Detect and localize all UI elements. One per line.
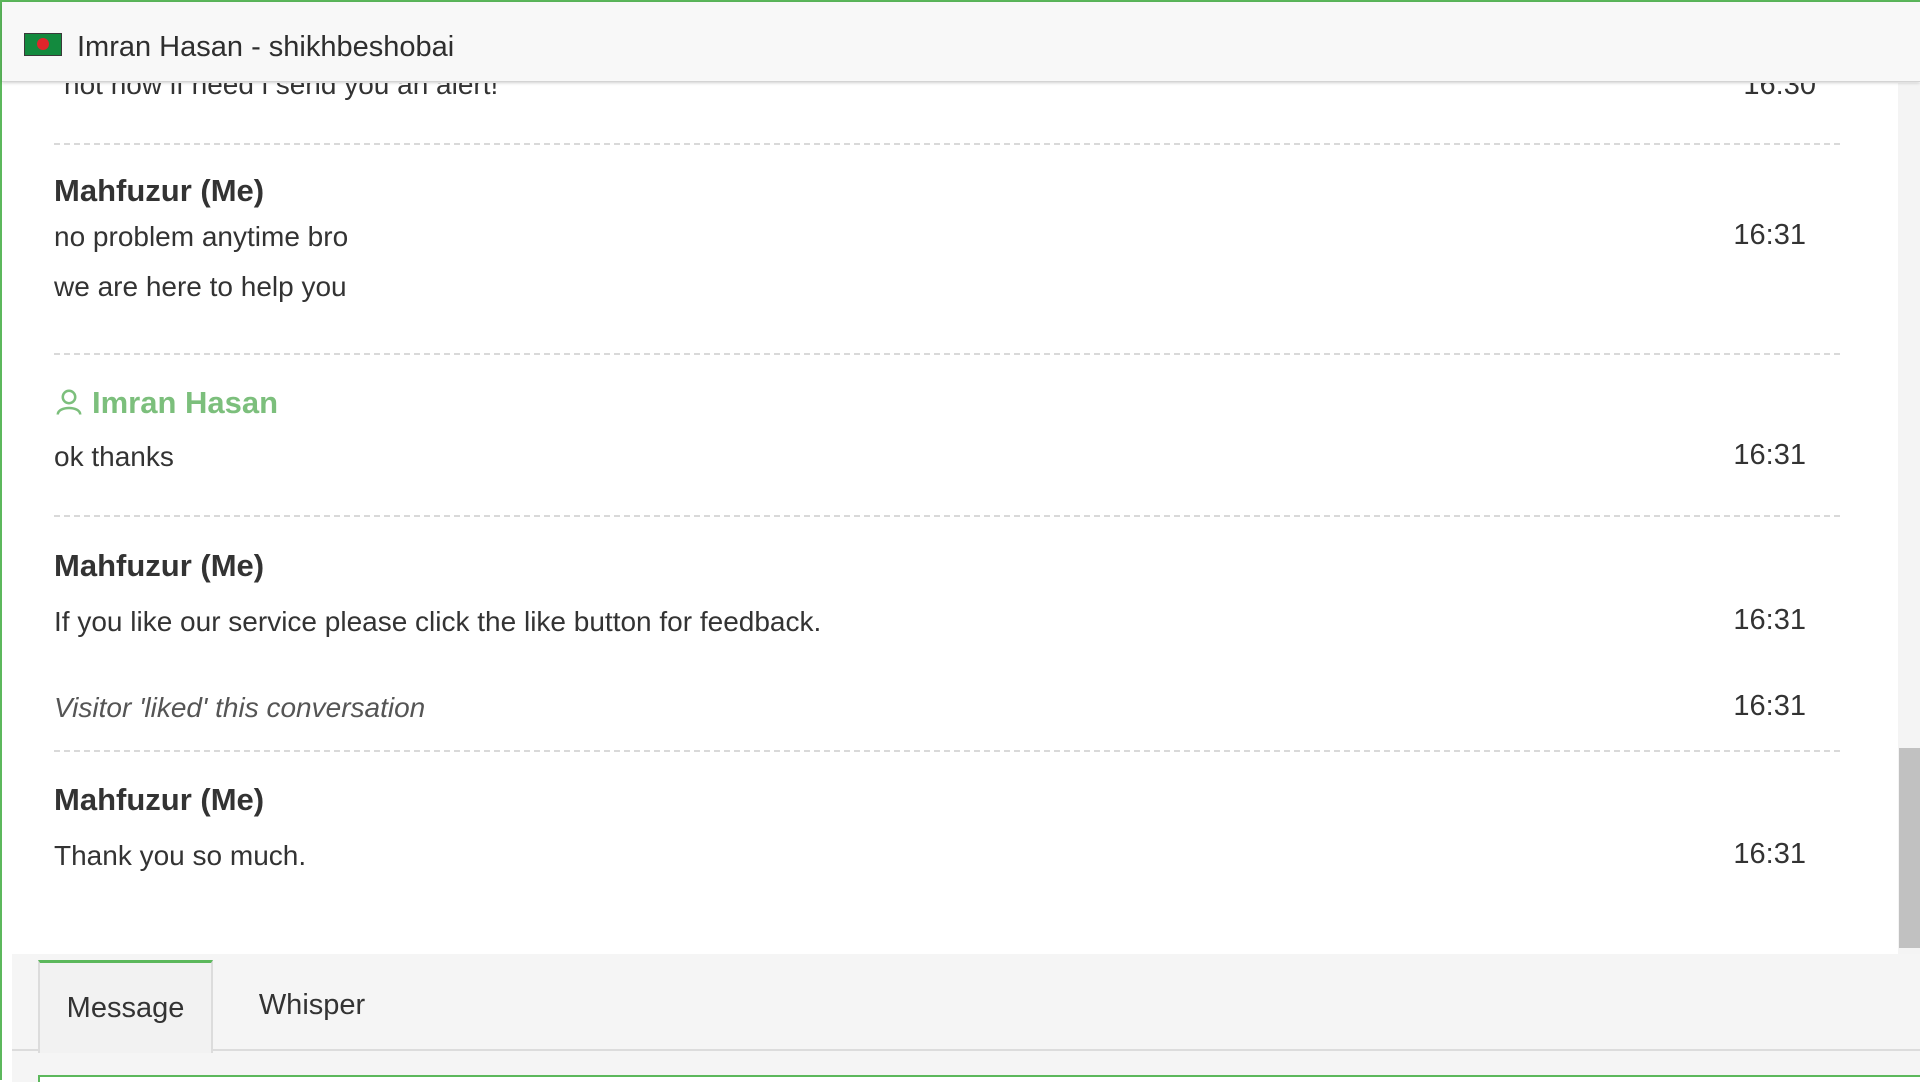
sender-name-text: Imran Hasan [92, 385, 279, 420]
message-text: Thank you so much. [54, 840, 307, 871]
bangladesh-flag-icon [24, 33, 62, 56]
message-list-scrollbar[interactable] [1898, 83, 1920, 954]
message-time: 16:31 [1733, 604, 1806, 636]
message-text: not now if need i send you an alert! [64, 83, 499, 100]
message-divider [54, 515, 1840, 517]
message-group: not now if need i send you an alert! 16:… [64, 83, 1862, 143]
message-time: 16:31 [1733, 439, 1806, 471]
message-time: 16:30 [1743, 83, 1816, 101]
message-time: 16:31 [1733, 219, 1806, 251]
message-text: ok thanks [54, 441, 174, 472]
message-time: 16:31 [1733, 838, 1806, 870]
sender-name-visitor: Imran Hasan [54, 385, 278, 421]
message-text: If you like our service please click the… [54, 606, 822, 637]
message-list[interactable]: not now if need i send you an alert! 16:… [12, 83, 1900, 954]
chat-title: Imran Hasan - shikhbeshobai [77, 31, 455, 63]
message-group: Mahfuzur (Me) If you like our service pl… [54, 548, 1852, 738]
message-input[interactable] [38, 1075, 1920, 1082]
message-group: Mahfuzur (Me) no problem anytime bro 16:… [54, 173, 1852, 333]
system-notice: Visitor 'liked' this conversation [54, 692, 426, 723]
sender-name-agent: Mahfuzur (Me) [54, 173, 265, 208]
scrollbar-thumb[interactable] [1899, 748, 1920, 948]
message-divider [54, 143, 1840, 145]
composer: Message Whisper [12, 954, 1920, 1082]
flag-disc [37, 38, 49, 50]
message-divider [54, 353, 1840, 355]
person-icon [56, 389, 82, 415]
chat-title-bar: Imran Hasan - shikhbeshobai [2, 2, 1920, 82]
sender-name-agent: Mahfuzur (Me) [54, 548, 265, 583]
composer-tabs: Message Whisper [12, 954, 1920, 1053]
chat-window: Imran Hasan - shikhbeshobai not now if n… [0, 0, 1920, 1082]
message-group: Imran Hasan ok thanks 16:31 [54, 385, 1852, 495]
message-text: no problem anytime bro [54, 221, 349, 252]
message-text: we are here to help you [54, 271, 347, 302]
message-time: 16:31 [1733, 690, 1806, 722]
message-divider [54, 750, 1840, 752]
tab-whisper[interactable]: Whisper [222, 960, 402, 1051]
tab-message[interactable]: Message [38, 960, 213, 1053]
sender-name-agent: Mahfuzur (Me) [54, 782, 265, 817]
message-group: Mahfuzur (Me) Thank you so much. 16:31 [54, 782, 1852, 902]
